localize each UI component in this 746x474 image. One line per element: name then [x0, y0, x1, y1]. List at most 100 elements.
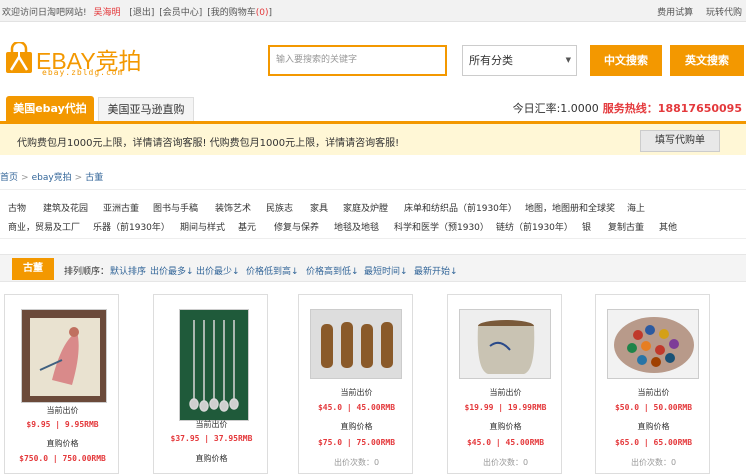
breadcrumb-antiques[interactable]: 古董: [85, 173, 103, 183]
direct-buy-price: $750.0 | 750.00RMB: [19, 454, 106, 463]
sort-shortest-time-label: 最短时间: [364, 267, 401, 277]
product-card[interactable]: 当前出价 $37.95 | 37.95RMB 直购价格: [153, 294, 268, 474]
category-item[interactable]: 家具: [310, 201, 328, 214]
category-item[interactable]: 科学和医学（预1930）: [394, 220, 489, 233]
current-category-badge: 古董: [12, 258, 54, 280]
product-thumbnail[interactable]: [607, 309, 699, 379]
sort-default[interactable]: 默认排序: [110, 264, 146, 277]
service-hotline: 服务热线：18817650095: [602, 102, 742, 115]
category-item[interactable]: 民族志: [266, 201, 293, 214]
bid-count: 出价次数：0: [630, 458, 677, 467]
arrow-down-icon: ↓: [351, 267, 359, 277]
welcome-text: 欢迎访问日淘吧网站!: [2, 8, 87, 18]
category-item[interactable]: 修复与保养: [274, 220, 319, 233]
chevron-down-icon: ▼: [565, 56, 571, 64]
product-thumbnail[interactable]: [310, 309, 402, 379]
category-item[interactable]: 图书与手稿: [153, 201, 198, 214]
category-select[interactable]: 所有分类 ▼: [462, 45, 577, 76]
arrow-down-icon: ↓: [450, 267, 458, 277]
search-input[interactable]: 输入要搜索的关键字: [268, 45, 447, 76]
current-bid-price: $50.0 | 50.00RMB: [614, 403, 693, 412]
category-item[interactable]: 基元: [238, 220, 256, 233]
exchange-rate: 今日汇率:1.0000 服务热线：18817650095: [513, 100, 742, 116]
top-bar: 欢迎访问日淘吧网站! 吴海明 [退出] [会员中心] [我的购物车(0)] 费用…: [0, 0, 746, 22]
shopping-bag-icon: [6, 42, 32, 73]
bullets-image: [311, 310, 401, 378]
current-bid-price: $37.95 | 37.95RMB: [170, 434, 253, 443]
painting-image: [22, 310, 106, 402]
product-thumbnail[interactable]: [179, 309, 249, 421]
sort-least-bids-label: 出价最少: [196, 267, 233, 277]
logout-link[interactable]: [退出]: [129, 8, 154, 18]
sort-price-desc[interactable]: 价格高到低↓: [306, 264, 359, 277]
current-bid-label: 当前出价: [46, 406, 79, 415]
chinese-search-button[interactable]: 中文搜索: [590, 45, 662, 76]
arrow-down-icon: ↓: [232, 267, 240, 277]
breadcrumb-home[interactable]: 首页: [0, 173, 18, 183]
member-center-link[interactable]: [会员中心]: [159, 8, 202, 18]
spoons-image: [180, 310, 248, 420]
current-bid-price: $45.0 | 45.00RMB: [317, 403, 396, 412]
category-item[interactable]: 装饰艺术: [215, 201, 251, 214]
category-item[interactable]: 建筑及花园: [43, 201, 88, 214]
direct-buy-label: 直购价格: [340, 422, 373, 431]
category-item[interactable]: 链纺（前1930年）: [496, 220, 573, 233]
notice-bar: 代购费包月1000元上限，详情请咨询客服! 代购费包月1000元上限，详情请咨询…: [0, 121, 746, 155]
product-card[interactable]: 当前出价 $9.95 | 9.95RMB 直购价格 $750.0 | 750.0…: [4, 294, 119, 474]
bottle-caps-image: [608, 310, 698, 378]
category-item[interactable]: 地毯及地毯: [334, 220, 379, 233]
fee-calc-link[interactable]: 费用试算: [657, 8, 693, 18]
breadcrumb-ebay[interactable]: ebay竞拍: [32, 173, 72, 183]
category-item[interactable]: 家庭及炉膛: [343, 201, 388, 214]
category-item[interactable]: 古物: [8, 201, 26, 214]
tab-ebay[interactable]: 美国ebay代拍: [6, 96, 94, 121]
direct-buy-label: 直购价格: [637, 422, 670, 431]
sort-newest[interactable]: 最新开始↓: [414, 264, 458, 277]
direct-buy-label: 直购价格: [195, 454, 228, 463]
top-bar-left: 欢迎访问日淘吧网站! 吴海明 [退出] [会员中心] [我的购物车(0)]: [2, 5, 272, 18]
sort-least-bids[interactable]: 出价最少↓: [196, 264, 240, 277]
current-bid-label: 当前出价: [340, 388, 373, 397]
fill-order-button[interactable]: 填写代购单: [640, 130, 720, 152]
sort-most-bids-label: 出价最多: [150, 267, 187, 277]
breadcrumb-separator: >: [21, 173, 29, 183]
sort-shortest-time[interactable]: 最短时间↓: [364, 264, 408, 277]
category-item[interactable]: 床单和纺织品（前1930年）: [404, 201, 517, 214]
product-card[interactable]: 当前出价 $19.99 | 19.99RMB 直购价格 $45.0 | 45.0…: [447, 294, 562, 474]
sort-label: 排列顺序：: [64, 267, 110, 277]
bid-count: 出价次数：0: [333, 458, 380, 467]
category-item[interactable]: 商业，贸易及工厂: [8, 220, 80, 233]
category-item[interactable]: 期间与样式: [180, 220, 225, 233]
category-item[interactable]: 地图，地图册和全球奖: [525, 201, 615, 214]
exchange-rate-text: 今日汇率:1.0000: [512, 102, 599, 115]
category-selected-value: 所有分类: [469, 54, 513, 67]
notice-text: 代购费包月1000元上限，详情请咨询客服! 代购费包月1000元上限，详情请咨询…: [17, 138, 400, 149]
category-item[interactable]: 其他: [659, 220, 677, 233]
english-search-button[interactable]: 英文搜索: [670, 45, 744, 76]
username-link[interactable]: 吴海明: [93, 8, 120, 18]
category-item[interactable]: 复制古董: [608, 220, 644, 233]
category-item[interactable]: 亚洲古董: [103, 201, 139, 214]
sort-price-desc-label: 价格高到低: [306, 267, 352, 277]
cart-label: [我的购物车: [207, 8, 256, 18]
category-grid: 古物 建筑及花园 亚洲古董 图书与手稿 装饰艺术 民族志 家具 家庭及炉膛 床单…: [0, 189, 746, 239]
product-card[interactable]: 当前出价 $50.0 | 50.00RMB 直购价格 $65.0 | 65.00…: [595, 294, 710, 474]
breadcrumb-separator: >: [74, 173, 83, 183]
current-bid-price: $19.99 | 19.99RMB: [464, 403, 547, 412]
sort-most-bids[interactable]: 出价最多↓: [150, 264, 194, 277]
product-thumbnail[interactable]: [21, 309, 107, 403]
product-card[interactable]: 当前出价 $45.0 | 45.00RMB 直购价格 $75.0 | 75.00…: [298, 294, 413, 474]
tab-amazon[interactable]: 美国亚马逊直购: [98, 97, 194, 121]
category-item[interactable]: 银: [582, 220, 591, 233]
category-item[interactable]: 乐器（前1930年）: [93, 220, 170, 233]
play-guide-link[interactable]: 玩转代购: [706, 8, 742, 18]
sort-bar: 古董 排列顺序： 默认排序 出价最多↓ 出价最少↓ 价格低到高↓ 价格高到低↓ …: [0, 254, 746, 282]
arrow-down-icon: ↓: [400, 267, 408, 277]
product-thumbnail[interactable]: [459, 309, 551, 379]
category-item[interactable]: 海上: [627, 201, 645, 214]
direct-buy-price: $75.0 | 75.00RMB: [317, 438, 396, 447]
site-logo[interactable]: EBAY竞拍 ebay.zbldg.com: [4, 38, 144, 82]
cart-link[interactable]: [我的购物车(0)]: [207, 8, 272, 18]
sort-price-asc[interactable]: 价格低到高↓: [246, 264, 299, 277]
bid-count: 出价次数：0: [482, 458, 529, 467]
